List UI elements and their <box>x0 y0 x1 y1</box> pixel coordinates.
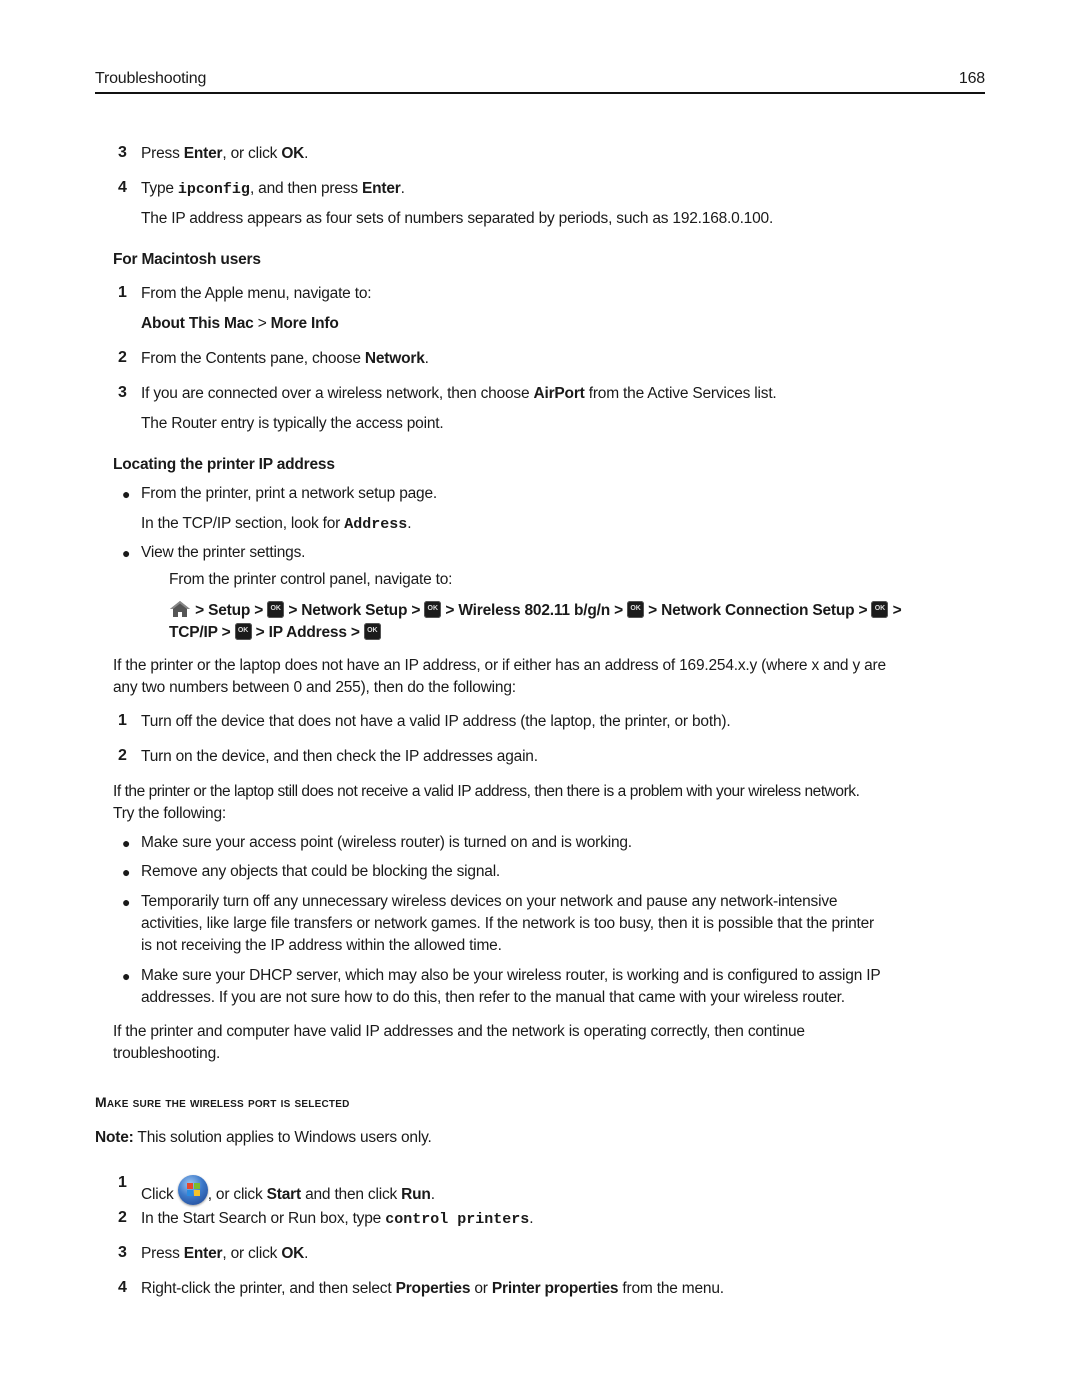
bullet: ● <box>122 545 131 561</box>
step-text: In the Start Search or Run box, type con… <box>141 1210 534 1228</box>
step-number: 1 <box>118 284 127 301</box>
ip-note: The IP address appears as four sets of n… <box>141 210 774 227</box>
page-number: 168 <box>958 70 985 87</box>
nav-network-connection-setup: Network Connection Setup <box>661 602 855 619</box>
paragraph: troubleshooting. <box>113 1045 221 1062</box>
note: Note: This solution applies to Windows u… <box>95 1129 432 1146</box>
menu-path: About This Mac > More Info <box>141 315 339 332</box>
windows-start-icon <box>177 1175 208 1205</box>
step-text: Press Enter, or click OK. <box>141 145 309 162</box>
step-text: Press Enter, or click OK. <box>141 1245 309 1262</box>
nav-tcpip: TCP/IP <box>169 624 218 641</box>
paragraph: If the printer or the laptop still does … <box>113 783 860 800</box>
step-text: If you are connected over a wireless net… <box>141 385 777 402</box>
ok-button-icon: OK <box>363 623 381 640</box>
bullet-text: activities, like large file transfers or… <box>141 915 874 932</box>
step-number: 2 <box>118 1209 127 1226</box>
bullet: ● <box>122 894 131 910</box>
step-number: 3 <box>118 384 127 401</box>
code-address: Address <box>344 516 408 533</box>
bullet-text: From the printer, print a network setup … <box>141 485 437 502</box>
bullet: ● <box>122 486 131 502</box>
ok-button-icon: OK <box>424 601 442 618</box>
section-heading: Make sure the wireless port is selected <box>95 1094 350 1110</box>
step-text: Click , or click Start and then click Ru… <box>141 1175 435 1205</box>
step-text: Turn off the device that does not have a… <box>141 713 731 730</box>
step-number: 2 <box>118 747 127 764</box>
step-number: 3 <box>118 144 127 161</box>
home-icon <box>170 601 190 617</box>
step-text: From the Contents pane, choose Network. <box>141 350 429 367</box>
bullet-text: Temporarily turn off any unnecessary wir… <box>141 893 838 910</box>
bullet: ● <box>122 968 131 984</box>
step-number: 3 <box>118 1244 127 1261</box>
nav-ip-address: IP Address <box>268 624 347 641</box>
paragraph: Try the following: <box>113 805 226 822</box>
code-control-printers: control printers <box>385 1211 530 1228</box>
nav-wireless: Wireless 802.11 b/g/n <box>458 602 610 619</box>
bullet-text: Make sure your access point (wireless ro… <box>141 834 632 851</box>
step-number: 2 <box>118 349 127 366</box>
step-text: Right-click the printer, and then select… <box>141 1280 724 1297</box>
nav-path-line-2: TCP/IP > OK > IP Address > OK <box>169 623 381 642</box>
step-text: Type ipconfig, and then press Enter. <box>141 180 405 198</box>
step-number: 4 <box>118 1279 127 1296</box>
running-title: Troubleshooting <box>95 70 207 87</box>
nav-setup: Setup <box>208 602 251 619</box>
step-number: 4 <box>118 179 127 196</box>
step-note: The Router entry is typically the access… <box>141 415 444 432</box>
paragraph: If the printer and computer have valid I… <box>113 1023 805 1040</box>
bullet-text: Make sure your DHCP server, which may al… <box>141 967 881 984</box>
nav-network-setup: Network Setup <box>301 602 408 619</box>
bullet: ● <box>122 835 131 851</box>
bullet-text: addresses. If you are not sure how to do… <box>141 989 845 1006</box>
step-text: Turn on the device, and then check the I… <box>141 748 538 765</box>
paragraph: If the printer or the laptop does not ha… <box>113 657 886 674</box>
step-number: 1 <box>118 712 127 729</box>
ok-button-icon: OK <box>267 601 285 618</box>
bullet-text: Remove any objects that could be blockin… <box>141 863 501 880</box>
ok-button-icon: OK <box>871 601 889 618</box>
nav-path-line-1: > Setup > OK > Network Setup > OK > Wire… <box>169 600 902 620</box>
bullet-subtext: From the printer control panel, navigate… <box>169 571 453 588</box>
bullet: ● <box>122 864 131 880</box>
code-ipconfig: ipconfig <box>177 181 250 198</box>
page-header: Troubleshooting 168 <box>95 68 985 94</box>
step-text: From the Apple menu, navigate to: <box>141 285 372 302</box>
ok-button-icon: OK <box>627 601 645 618</box>
paragraph: any two numbers between 0 and 255), then… <box>113 679 516 696</box>
step-number: 1 <box>118 1174 127 1191</box>
mac-heading: For Macintosh users <box>113 251 261 268</box>
bullet-text: is not receiving the IP address within t… <box>141 937 502 954</box>
bullet-subtext: In the TCP/IP section, look for Address. <box>141 515 412 533</box>
locating-heading: Locating the printer IP address <box>113 456 335 473</box>
bullet-text: View the printer settings. <box>141 544 306 561</box>
ok-button-icon: OK <box>234 623 252 640</box>
